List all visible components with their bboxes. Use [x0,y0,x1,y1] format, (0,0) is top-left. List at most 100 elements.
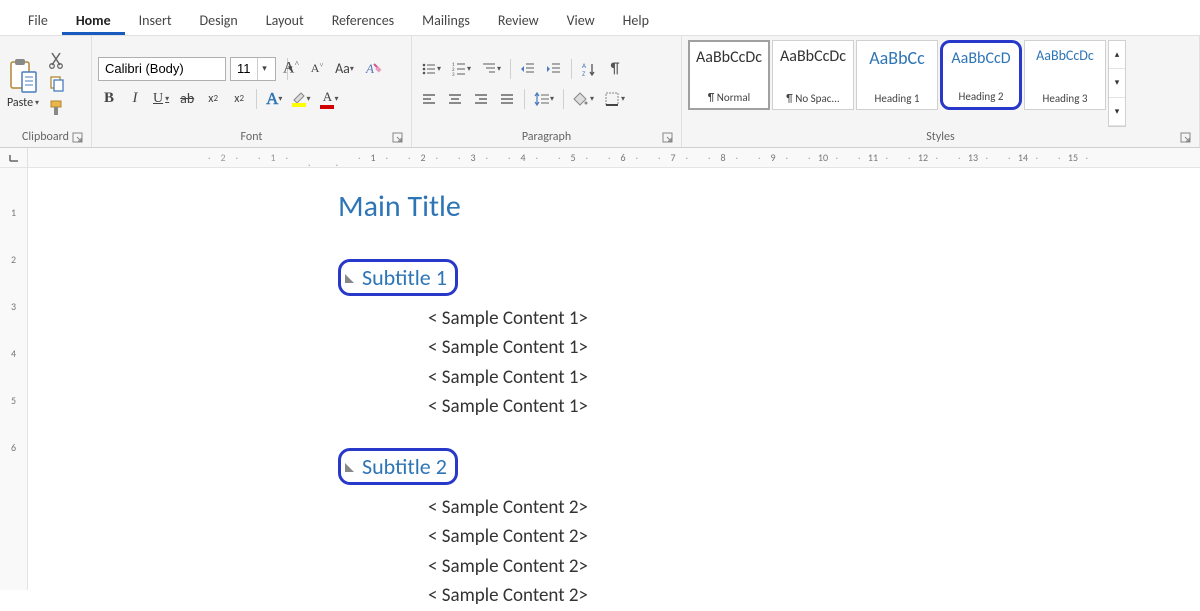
line-spacing-button[interactable]: ▾ [531,87,557,111]
align-right-button[interactable] [470,87,492,111]
numbering-button[interactable]: 123▾ [448,57,474,81]
style-normal[interactable]: AaBbCcDc ¶ Normal [688,40,770,110]
borders-button[interactable]: ▾ [601,87,628,111]
content-block-2[interactable]: < Sample Content 2> < Sample Content 2> … [428,493,1200,611]
shading-button[interactable]: ▾ [570,87,597,111]
style-name: Heading 3 [1027,92,1103,105]
tab-references[interactable]: References [318,4,408,35]
group-clipboard: Paste ▾ Clipboard [0,36,92,147]
tab-review[interactable]: Review [484,4,553,35]
font-launcher[interactable] [391,131,405,145]
content-line[interactable]: < Sample Content 1> [428,392,1200,421]
content-line[interactable]: < Sample Content 1> [428,333,1200,362]
group-styles: AaBbCcDc ¶ Normal AaBbCcDc ¶ No Spac... … [682,36,1200,147]
subtitle-2[interactable]: Subtitle 2 [338,448,458,485]
bold-button[interactable]: B [98,87,120,111]
tab-file[interactable]: File [14,4,62,35]
collapse-triangle-icon[interactable] [345,274,354,283]
content-line[interactable]: < Sample Content 1> [428,363,1200,392]
style-no-spacing[interactable]: AaBbCcDc ¶ No Spac... [772,40,854,110]
tab-layout[interactable]: Layout [252,4,318,35]
style-heading-2[interactable]: AaBbCcD Heading 2 [940,40,1022,110]
show-marks-button[interactable]: ¶ [604,57,626,81]
justify-button[interactable] [496,87,518,111]
vertical-ruler[interactable]: 1 2 3 4 5 6 [0,168,28,590]
align-left-button[interactable] [418,87,440,111]
paste-button[interactable]: Paste ▾ [7,96,39,110]
shrink-font-button[interactable]: A˅ [306,57,328,81]
tab-selector[interactable] [0,148,28,167]
style-preview: AaBbCcDc [1036,47,1094,64]
content-line[interactable]: < Sample Content 2> [428,493,1200,522]
main-title[interactable]: Main Title [338,188,1200,225]
cut-icon[interactable] [48,51,66,69]
highlight-button[interactable]: ▾ [289,87,313,111]
document-area: 1 2 3 4 5 6 Main Title Subtitle 1 < Samp… [0,168,1200,590]
decrease-indent-button[interactable] [517,57,539,81]
group-label-font: Font [241,130,263,144]
italic-button[interactable]: I [124,87,146,111]
horizontal-ruler[interactable]: 2 1 1 2 3 4 5 6 7 8 9 10 11 12 13 14 15 [28,148,1200,167]
content-block-1[interactable]: < Sample Content 1> < Sample Content 1> … [428,304,1200,422]
page[interactable]: Main Title Subtitle 1 < Sample Content 1… [28,168,1200,590]
style-preview: AaBbCcDc [696,48,762,67]
change-case-button[interactable]: Aa▾ [332,57,357,81]
paste-label: Paste [7,96,33,110]
grow-font-button[interactable]: A˄ [280,57,302,81]
style-name: ¶ No Spac... [775,92,851,105]
tab-help[interactable]: Help [609,4,663,35]
sort-button[interactable]: AZ [578,57,600,81]
content-line[interactable]: < Sample Content 1> [428,304,1200,333]
chevron-down-icon: ▾ [35,98,39,108]
tab-insert[interactable]: Insert [125,4,186,35]
superscript-button[interactable]: x2 [228,87,250,111]
bullets-button[interactable]: ▾ [418,57,444,81]
styles-scroll-down[interactable]: ▾ [1109,69,1125,97]
content-line[interactable]: < Sample Content 2> [428,522,1200,551]
style-heading-1[interactable]: AaBbCc Heading 1 [856,40,938,110]
subtitle-1-text: Subtitle 1 [362,264,447,291]
styles-expand[interactable]: ▾ [1109,98,1125,126]
underline-button[interactable]: U▾ [150,87,172,111]
align-center-button[interactable] [444,87,466,111]
document-body[interactable]: Main Title Subtitle 1 < Sample Content 1… [338,188,1200,611]
tab-design[interactable]: Design [186,4,252,35]
subtitle-2-text: Subtitle 2 [362,453,447,480]
styles-scroll: ▴ ▾ ▾ [1108,40,1126,127]
tab-home[interactable]: Home [62,4,125,35]
font-name-combo[interactable]: ▾ [98,57,226,81]
collapse-triangle-icon[interactable] [345,463,354,472]
styles-scroll-up[interactable]: ▴ [1109,41,1125,69]
copy-icon[interactable] [48,75,66,93]
multilevel-list-button[interactable]: ▾ [478,57,504,81]
strikethrough-button[interactable]: ab [176,87,198,111]
svg-text:3: 3 [452,72,455,77]
styles-launcher[interactable] [1179,131,1193,145]
tab-view[interactable]: View [553,4,609,35]
style-heading-3[interactable]: AaBbCcDc Heading 3 [1024,40,1106,110]
font-size-input[interactable] [231,58,257,80]
paste-icon[interactable] [6,58,40,94]
ruler-row: 2 1 1 2 3 4 5 6 7 8 9 10 11 12 13 14 15 [0,148,1200,168]
style-preview: AaBbCc [869,47,925,69]
paragraph-launcher[interactable] [661,131,675,145]
tab-mailings[interactable]: Mailings [408,4,484,35]
font-color-button[interactable]: A ▾ [317,87,341,111]
content-line[interactable]: < Sample Content 2> [428,552,1200,581]
svg-text:Z: Z [582,69,586,77]
clipboard-launcher[interactable] [71,131,85,145]
format-painter-icon[interactable] [48,99,66,117]
group-font: ▾ ▾ A˄ A˅ Aa▾ A B I U▾ [92,36,412,147]
font-size-combo[interactable]: ▾ [230,57,276,81]
subtitle-1[interactable]: Subtitle 1 [338,259,458,296]
text-effects-button[interactable]: A▾ [263,87,285,111]
group-label-clipboard: Clipboard [22,130,69,144]
increase-indent-button[interactable] [543,57,565,81]
chevron-down-icon[interactable]: ▾ [257,58,271,80]
content-line[interactable]: < Sample Content 2> [428,581,1200,610]
group-label-paragraph: Paragraph [522,130,571,144]
clear-formatting-button[interactable]: A [361,57,385,81]
subscript-button[interactable]: x2 [202,87,224,111]
ribbon-tabs: File Home Insert Design Layout Reference… [0,0,1200,36]
style-preview: AaBbCcDc [780,47,846,66]
